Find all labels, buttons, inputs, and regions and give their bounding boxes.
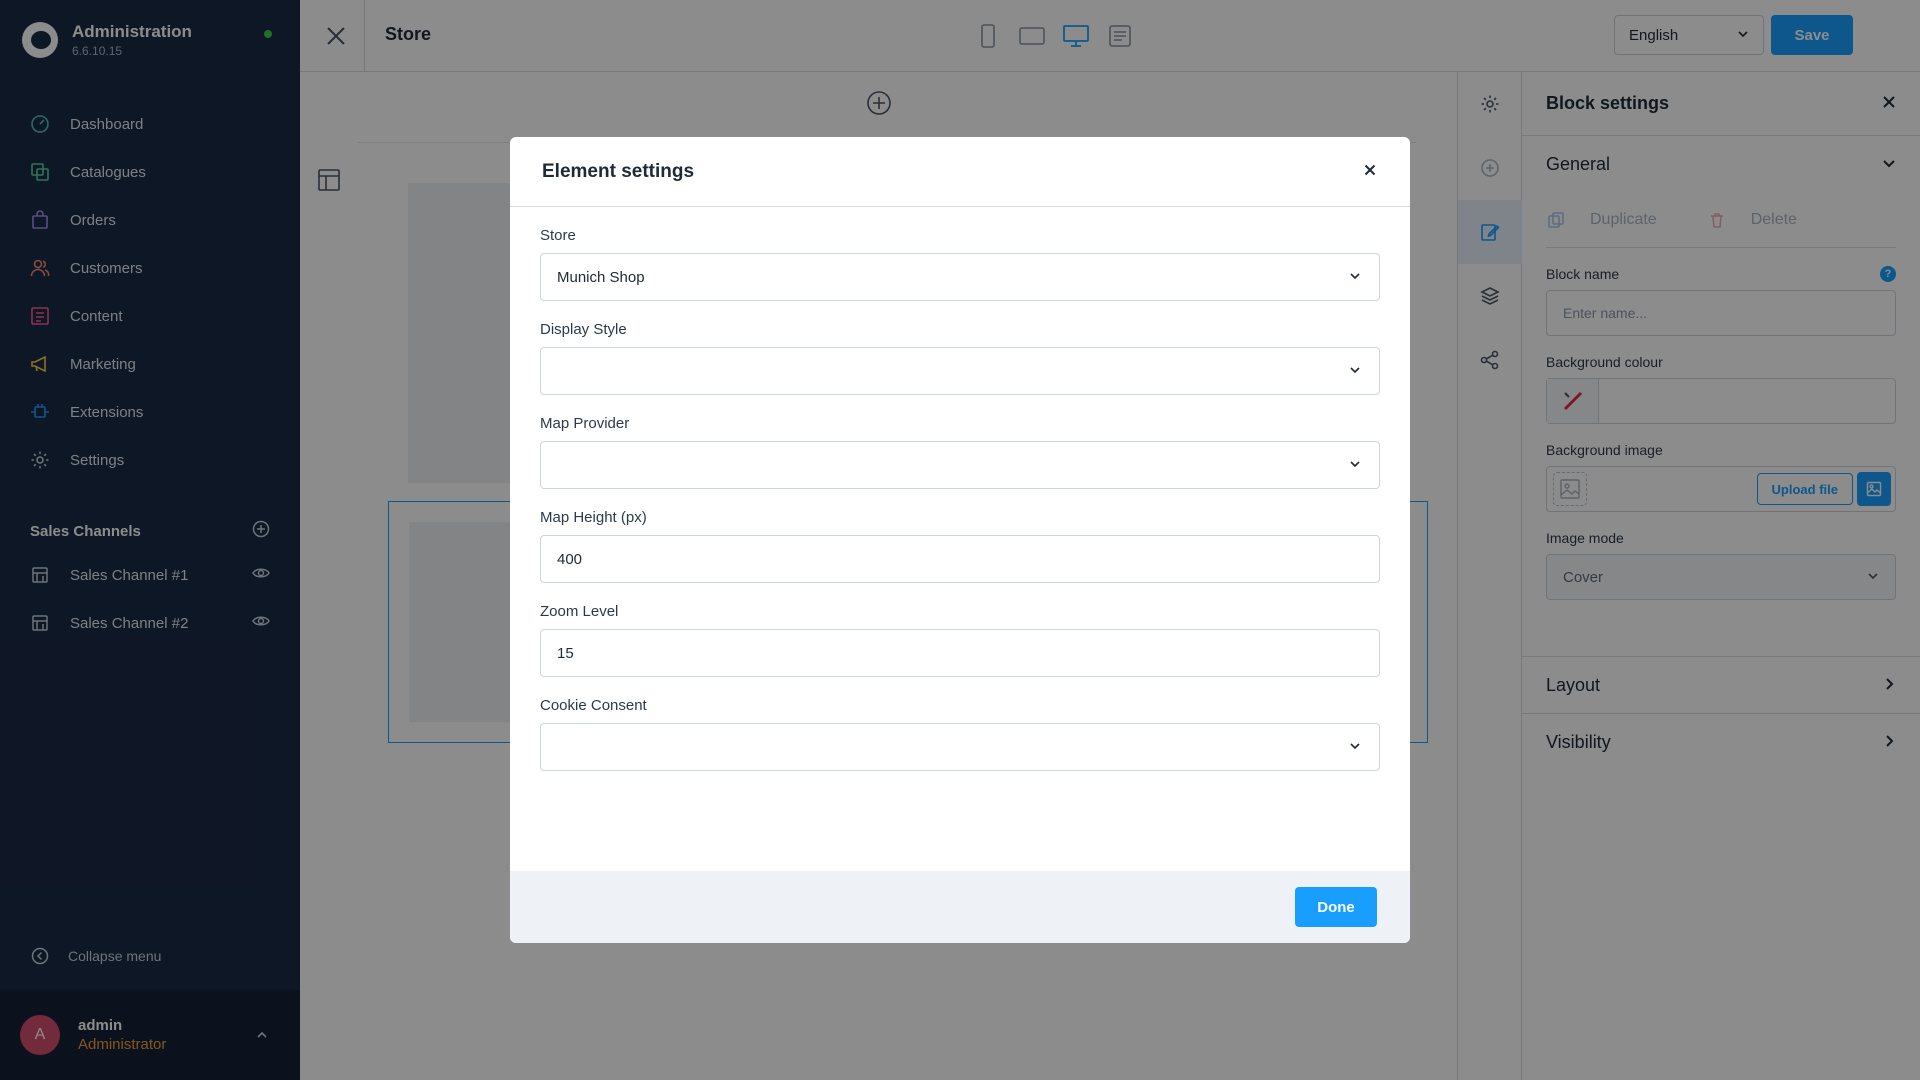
chevron-down-icon: [1349, 269, 1361, 286]
chevron-down-icon: [1349, 363, 1361, 380]
map-provider-label: Map Provider: [540, 415, 630, 432]
zoom-level-input[interactable]: [540, 629, 1380, 677]
cookie-consent-select[interactable]: [540, 723, 1380, 771]
close-icon[interactable]: [1364, 163, 1376, 180]
chevron-down-icon: [1349, 739, 1361, 756]
display-style-label: Display Style: [540, 321, 627, 338]
display-style-select[interactable]: [540, 347, 1380, 395]
cookie-consent-label: Cookie Consent: [540, 697, 647, 714]
chevron-down-icon: [1349, 457, 1361, 474]
done-button[interactable]: Done: [1295, 887, 1377, 927]
zoom-level-label: Zoom Level: [540, 603, 619, 620]
map-height-label: Map Height (px): [540, 509, 647, 526]
map-provider-select[interactable]: [540, 441, 1380, 489]
store-select[interactable]: Munich Shop: [540, 253, 1380, 301]
store-value: Munich Shop: [557, 268, 645, 286]
store-label: Store: [540, 227, 576, 244]
modal-title: Element settings: [542, 160, 695, 182]
modal-footer: Done: [510, 871, 1410, 943]
element-settings-modal: Element settings Store Munich Shop Displ…: [510, 137, 1410, 943]
map-height-input[interactable]: [540, 535, 1380, 583]
